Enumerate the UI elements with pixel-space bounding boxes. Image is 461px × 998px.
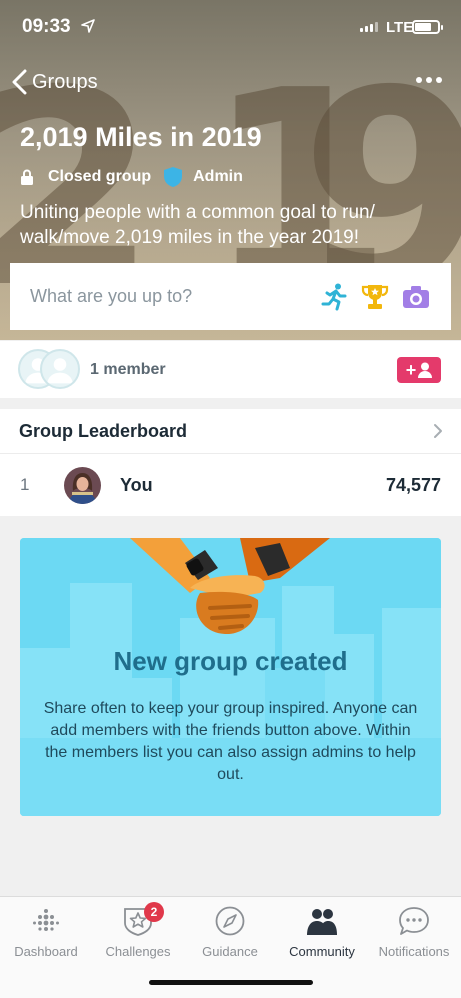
chat-bubble-icon — [399, 907, 429, 935]
more-dot-icon — [426, 77, 432, 83]
more-options-button[interactable] — [416, 72, 446, 88]
add-member-plus: + — [405, 359, 417, 380]
add-member-button[interactable]: + — [397, 356, 441, 383]
user-avatar — [64, 466, 101, 504]
member-count: 1 member — [90, 360, 166, 378]
home-indicator[interactable] — [149, 980, 313, 985]
group-title: 2,019 Miles in 2019 — [20, 122, 262, 152]
group-hero: 2 1 9 09:33 LTE Groups 2,019 Miles in 20… — [0, 0, 461, 340]
status-bar: 09:33 LTE — [0, 14, 461, 44]
lock-icon — [21, 169, 33, 185]
chevron-right-icon — [434, 424, 442, 438]
network-type: LTE — [386, 19, 414, 36]
leaderboard-name: You — [120, 474, 153, 495]
handshake-illustration — [130, 538, 330, 635]
leaderboard-title: Group Leaderboard — [19, 420, 188, 441]
tab-guidance[interactable]: Guidance — [184, 905, 276, 965]
challenges-badge: 2 — [144, 902, 164, 922]
people-icon — [307, 909, 337, 935]
location-arrow-icon — [81, 19, 95, 33]
tab-dashboard[interactable]: Dashboard — [0, 905, 92, 965]
leaderboard-header[interactable]: Group Leaderboard — [0, 409, 461, 454]
member-avatars — [18, 348, 82, 391]
avatar-placeholder-icon — [40, 348, 80, 389]
back-button[interactable]: Groups — [10, 66, 98, 98]
leaderboard-row[interactable]: 1 You 74,577 — [0, 454, 461, 516]
runner-icon[interactable] — [319, 282, 349, 312]
tab-challenges[interactable]: 2 Challenges — [92, 902, 184, 965]
chevron-left-icon — [12, 69, 27, 95]
tab-label: Challenges — [105, 944, 171, 959]
battery-icon — [412, 20, 443, 34]
signal-icon — [360, 22, 378, 32]
dots-grid-icon — [33, 909, 59, 931]
post-composer[interactable]: What are you up to? — [10, 263, 451, 330]
tab-label: Community — [289, 944, 355, 959]
leaderboard-rank: 1 — [20, 475, 30, 494]
leaderboard-steps: 74,577 — [385, 474, 441, 495]
group-privacy: Closed group — [48, 168, 152, 185]
trophy-icon[interactable] — [360, 282, 390, 312]
tab-label: Guidance — [202, 944, 258, 959]
more-dot-icon — [416, 77, 422, 83]
members-row[interactable]: 1 member + — [0, 341, 461, 398]
group-leaderboard: Group Leaderboard 1 You 74,577 — [0, 409, 461, 516]
admin-shield-icon — [164, 167, 183, 187]
more-dot-icon — [436, 77, 442, 83]
group-meta: Closed group Admin — [20, 166, 243, 188]
status-time: 09:33 — [22, 16, 71, 37]
back-label: Groups — [32, 70, 98, 93]
tab-label: Dashboard — [14, 944, 78, 959]
tab-label: Notifications — [378, 944, 450, 959]
compass-icon — [215, 906, 245, 936]
card-title: New group created — [113, 646, 348, 676]
camera-icon[interactable] — [401, 282, 431, 312]
tab-community[interactable]: Community — [276, 905, 368, 965]
post-placeholder: What are you up to? — [30, 286, 193, 306]
add-person-icon — [418, 362, 433, 378]
new-group-card: New group created Share often to keep yo… — [20, 538, 441, 816]
tab-notifications[interactable]: Notifications — [368, 905, 460, 965]
group-role: Admin — [193, 168, 243, 185]
group-description: Uniting people with a common goal to run… — [20, 202, 375, 248]
card-text: Share often to keep your group inspired.… — [43, 700, 418, 783]
